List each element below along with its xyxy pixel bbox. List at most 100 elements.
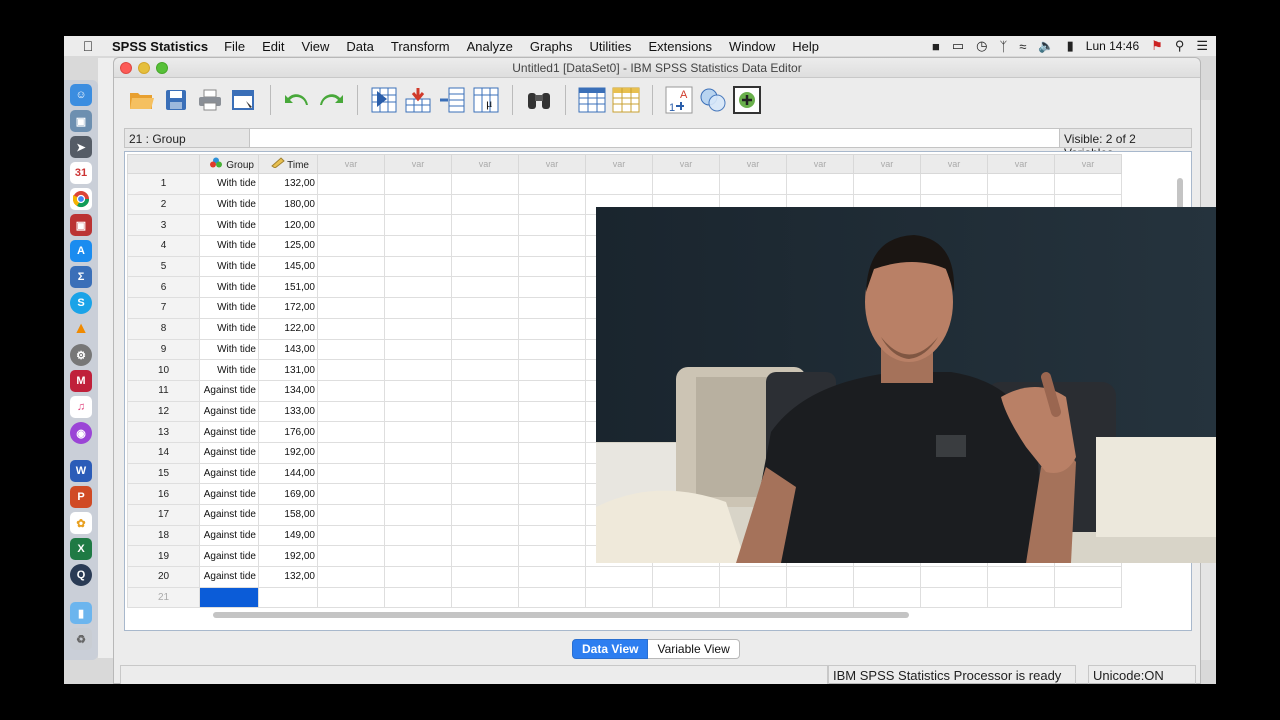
cell-empty[interactable]	[451, 235, 519, 257]
cell-empty[interactable]	[384, 441, 452, 464]
row-number[interactable]: 5	[127, 255, 200, 278]
cell-empty[interactable]	[451, 255, 519, 278]
cell-empty[interactable]	[518, 379, 586, 402]
cell-empty[interactable]	[384, 421, 452, 443]
row-number[interactable]: 1	[127, 173, 200, 195]
cell-empty[interactable]	[518, 462, 586, 485]
powerpoint-icon[interactable]: P	[70, 486, 92, 508]
photos-icon[interactable]: ✿	[70, 512, 92, 534]
recall-dialog-icon[interactable]	[230, 86, 258, 114]
bluetooth-icon[interactable]: ᛉ	[999, 39, 1007, 54]
go-to-case-icon[interactable]	[370, 86, 398, 114]
cell-empty[interactable]	[451, 173, 519, 195]
row-number[interactable]: 6	[127, 276, 200, 299]
cell-empty[interactable]	[451, 504, 519, 526]
cell-empty[interactable]	[384, 566, 452, 588]
cell-empty[interactable]	[518, 235, 586, 257]
cell-time[interactable]: 145,00	[258, 255, 318, 278]
column-header-time[interactable]: Time	[258, 154, 318, 174]
cell-empty[interactable]	[518, 400, 586, 423]
cell-empty[interactable]	[317, 317, 385, 340]
menu-help[interactable]: Help	[792, 39, 819, 54]
folder-icon[interactable]: ▮	[70, 602, 92, 624]
cell-group[interactable]: Against tide	[199, 421, 259, 443]
cell-group[interactable]: Against tide	[199, 379, 259, 402]
cell-group[interactable]: With tide	[199, 173, 259, 195]
cell-time[interactable]: 192,00	[258, 441, 318, 464]
cell-empty[interactable]	[317, 586, 385, 609]
cell-empty[interactable]	[317, 173, 385, 195]
cell-empty[interactable]	[317, 255, 385, 278]
cell-empty[interactable]	[317, 545, 385, 568]
cell-empty[interactable]	[652, 173, 720, 195]
cell-time[interactable]: 131,00	[258, 359, 318, 381]
cell-time[interactable]: 133,00	[258, 400, 318, 423]
menu-file[interactable]: File	[224, 39, 245, 54]
excel-icon[interactable]: X	[70, 538, 92, 560]
menu-extensions[interactable]: Extensions	[648, 39, 712, 54]
cell-empty[interactable]	[317, 214, 385, 237]
tab-variable-view[interactable]: Variable View	[648, 639, 740, 659]
cell-group[interactable]: With tide	[199, 276, 259, 299]
volume-icon[interactable]: 🔈	[1038, 38, 1054, 54]
cell-empty[interactable]	[317, 462, 385, 485]
cell-time[interactable]: 180,00	[258, 193, 318, 216]
battery-icon[interactable]: ▮	[1067, 38, 1074, 54]
cell-time[interactable]: 132,00	[258, 173, 318, 195]
insert-cases-icon[interactable]	[578, 86, 606, 114]
cell-group[interactable]: Against tide	[199, 524, 259, 547]
cell-empty[interactable]	[317, 483, 385, 505]
cell-empty[interactable]	[920, 173, 988, 195]
podcasts-icon[interactable]: ◉	[70, 422, 92, 444]
value-labels-icon[interactable]: A1	[665, 86, 693, 114]
cell-time[interactable]: 192,00	[258, 545, 318, 568]
cell-empty[interactable]	[518, 173, 586, 195]
corner-header[interactable]	[127, 154, 200, 174]
cell-empty[interactable]	[317, 193, 385, 216]
cell-group[interactable]: With tide	[199, 297, 259, 319]
cell-empty[interactable]	[518, 214, 586, 237]
cell-empty[interactable]	[451, 297, 519, 319]
cell-empty[interactable]	[987, 173, 1055, 195]
stats-app-icon[interactable]: Σ	[70, 266, 92, 288]
wifi-icon[interactable]: ≈	[1019, 39, 1026, 54]
cell-empty[interactable]	[786, 566, 854, 588]
cell-empty[interactable]	[384, 173, 452, 195]
cell-time[interactable]: 172,00	[258, 297, 318, 319]
cell-time[interactable]: 158,00	[258, 504, 318, 526]
cell-empty[interactable]	[451, 193, 519, 216]
cell-empty[interactable]	[1054, 566, 1122, 588]
cell-empty[interactable]	[384, 235, 452, 257]
cell-empty[interactable]	[317, 566, 385, 588]
cell-empty[interactable]	[786, 586, 854, 609]
cell-empty[interactable]	[317, 524, 385, 547]
cell-time[interactable]: 120,00	[258, 214, 318, 237]
cell-empty[interactable]	[451, 586, 519, 609]
cell-empty[interactable]	[585, 173, 653, 195]
row-number[interactable]: 12	[127, 400, 200, 423]
cell-time[interactable]: 176,00	[258, 421, 318, 443]
time-machine-icon[interactable]: ◷	[976, 38, 987, 54]
variables-icon[interactable]	[438, 86, 466, 114]
row-number[interactable]: 18	[127, 524, 200, 547]
column-header-var[interactable]: var	[518, 154, 586, 174]
cell-group[interactable]: Against tide	[199, 504, 259, 526]
cell-empty[interactable]	[853, 586, 921, 609]
cell-empty[interactable]	[317, 504, 385, 526]
app-menu[interactable]: SPSS Statistics	[112, 39, 208, 54]
cell-empty[interactable]	[317, 400, 385, 423]
cell-empty[interactable]	[987, 566, 1055, 588]
cell-empty[interactable]	[1054, 173, 1122, 195]
row-number[interactable]: 16	[127, 483, 200, 505]
cell-empty[interactable]	[384, 359, 452, 381]
uk-flag-icon[interactable]: ⚑	[1151, 38, 1163, 54]
row-number[interactable]: 21	[127, 586, 200, 609]
cell-empty[interactable]	[518, 193, 586, 216]
cell-empty[interactable]	[920, 586, 988, 609]
cell-group[interactable]: With tide	[199, 317, 259, 340]
spotlight-search-icon[interactable]: ⚲	[1175, 38, 1185, 54]
cell-empty[interactable]	[384, 193, 452, 216]
cell-empty[interactable]	[518, 504, 586, 526]
cell-time[interactable]: 143,00	[258, 338, 318, 361]
cell-group[interactable]: Against tide	[199, 462, 259, 485]
